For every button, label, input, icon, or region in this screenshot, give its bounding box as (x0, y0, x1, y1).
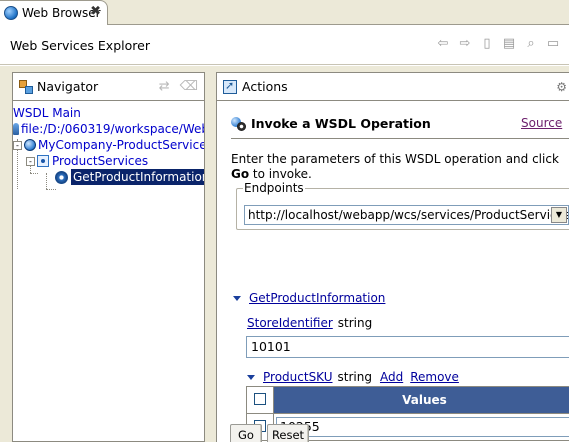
navigator-header: Navigator ⇄ ⌫ (13, 73, 204, 101)
forward-arrow-icon[interactable]: ⇨ (457, 35, 473, 51)
tree-item-getproductinformation[interactable]: GetProductInformation (55, 169, 204, 185)
clear-icon[interactable]: ⌫ (180, 79, 198, 94)
tree-item-label: MyCompany-ProductServices (38, 138, 205, 152)
value-cell: 10255 (273, 413, 569, 441)
actions-pane: Actions ⚙ Invoke a WSDL Operation Source… (216, 72, 569, 442)
add-link[interactable]: Add (380, 370, 403, 384)
actions-title: Actions (242, 79, 288, 94)
product-sku-link[interactable]: ProductSKU (263, 370, 333, 384)
tree-item-mycompany-productservices[interactable]: - MyCompany-ProductServices (13, 137, 205, 153)
editor-tab-strip: Web Browser ✖ (0, 0, 569, 25)
operation-title-text: Invoke a WSDL Operation (251, 116, 431, 131)
endpoint-select[interactable]: http://localhost/webapp/wcs/services/Pro… (244, 205, 569, 225)
actions-icon (223, 79, 237, 94)
tree-item-label: file:/D:/060319/workspace/WebS (21, 122, 205, 136)
table-header-row: Values (246, 386, 569, 414)
service-group-icon (24, 139, 36, 151)
tree-item-label: WSDL Main (13, 106, 81, 120)
endpoints-label: Endpoints (243, 181, 305, 195)
collapse-icon[interactable]: - (26, 156, 35, 166)
remove-link[interactable]: Remove (410, 370, 459, 384)
tree-item-wsdl-main[interactable]: WSDL Main (13, 105, 81, 121)
collapse-triangle-icon[interactable] (233, 295, 241, 301)
globe-icon (4, 6, 18, 20)
collapse-icon[interactable]: - (13, 140, 22, 150)
source-link[interactable]: Source (521, 116, 562, 130)
refresh-icon[interactable]: ⇄ (159, 79, 170, 94)
navigator-pane: Navigator ⇄ ⌫ WSDL Main file:/D:/060319/… (12, 72, 205, 442)
endpoints-group: Endpoints http://localhost/webapp/wcs/se… (236, 181, 569, 230)
tab-label: Web Browser (22, 6, 101, 20)
store-identifier-row: StoreIdentifier string (247, 316, 372, 330)
select-all-cell (246, 386, 274, 414)
description-text-end: to invoke. (249, 167, 312, 181)
store-identifier-link[interactable]: StoreIdentifier (247, 316, 333, 330)
explorer-title: Web Services Explorer (10, 38, 150, 53)
store-identifier-type: string (337, 316, 373, 330)
go-button[interactable]: Go (230, 424, 262, 442)
description-text: Enter the parameters of this WSDL operat… (231, 152, 559, 166)
wsdl-file-icon (13, 123, 19, 135)
endpoint-selected-value: http://localhost/webapp/wcs/services/Pro… (248, 208, 569, 222)
values-column-header: Values (273, 386, 569, 414)
actions-header: Actions ⚙ (217, 73, 569, 101)
tree-item-label: ProductServices (52, 154, 149, 168)
tree-item-label: GetProductInformation (71, 169, 204, 185)
back-arrow-icon[interactable]: ⇦ (435, 35, 451, 51)
product-sku-type: string (337, 370, 372, 384)
operation-description: Enter the parameters of this WSDL operat… (231, 152, 569, 182)
service-icon (37, 155, 49, 167)
close-icon[interactable]: ✖ (90, 5, 101, 19)
tree-item-wsdl-file[interactable]: file:/D:/060319/workspace/WebS (13, 121, 205, 137)
search-page-icon[interactable]: ⌕ (523, 35, 539, 51)
explorer-body: Navigator ⇄ ⌫ WSDL Main file:/D:/060319/… (0, 66, 569, 442)
explorer-toolbar: ⇦ ⇨ ▯ ▤ ⌕ ▭ (435, 35, 561, 51)
chevron-down-icon[interactable]: ▼ (551, 207, 567, 223)
navigator-title: Navigator (37, 79, 99, 94)
operation-title: Invoke a WSDL Operation (231, 116, 431, 131)
page-icon[interactable]: ▯ (479, 35, 495, 51)
gear-icon[interactable]: ⚙ (556, 80, 567, 94)
product-sku-row: ProductSKU string Add Remove (247, 370, 459, 384)
explorer-header: Web Services Explorer ⇦ ⇨ ▯ ▤ ⌕ ▭ (0, 25, 569, 65)
collapse-triangle-icon[interactable] (247, 374, 255, 380)
navigator-icon (19, 80, 33, 94)
operation-fragment: GetProductInformation (233, 291, 385, 305)
settings-page-icon[interactable]: ▤ (501, 35, 517, 51)
product-sku-value-input[interactable]: 10255 (276, 417, 569, 437)
select-all-checkbox[interactable] (254, 392, 266, 405)
store-identifier-input[interactable]: 10101 (246, 336, 569, 358)
maximize-icon[interactable]: ▭ (545, 35, 561, 51)
description-go-emphasis: Go (231, 167, 250, 181)
invoke-operation-icon (231, 116, 247, 131)
operation-link[interactable]: GetProductInformation (249, 291, 385, 305)
web-services-explorer-window: Web Services Explorer ⇦ ⇨ ▯ ▤ ⌕ ▭ Naviga… (0, 25, 569, 442)
divider (231, 138, 569, 139)
reset-button[interactable]: Reset (267, 424, 309, 442)
web-browser-tab[interactable]: Web Browser ✖ (0, 0, 108, 25)
operation-gear-icon (55, 170, 68, 184)
tree-item-productservices[interactable]: - ProductServices (26, 153, 148, 169)
